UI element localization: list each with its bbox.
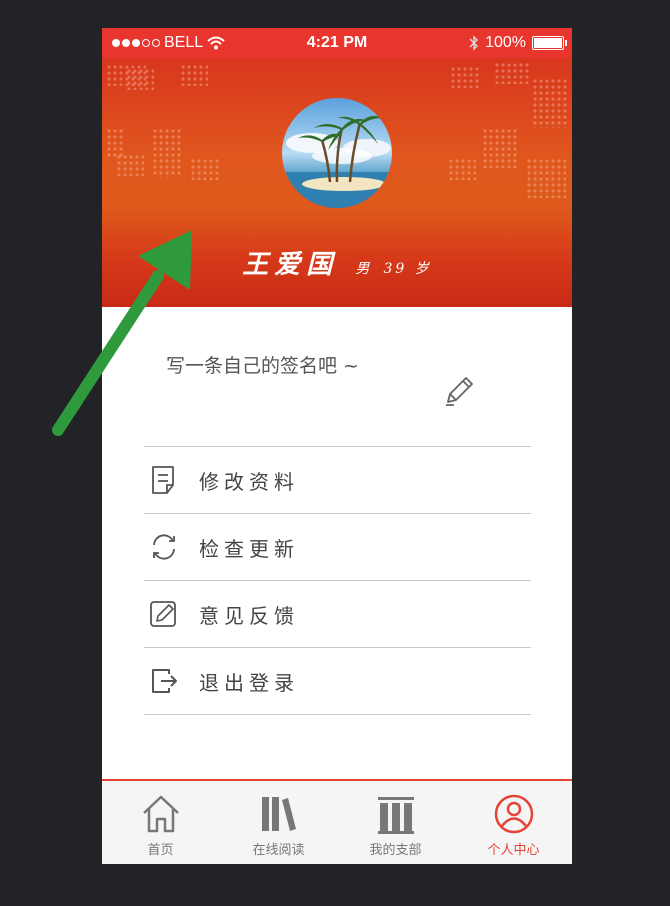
user-name: 王爱国 (242, 250, 339, 280)
bluetooth-icon (469, 35, 479, 51)
document-icon (152, 466, 174, 494)
menu-item-edit-profile[interactable]: 修改资料 (144, 447, 531, 514)
avatar[interactable] (282, 98, 392, 208)
status-right: 100% (469, 34, 567, 52)
tab-label: 在线阅读 (252, 843, 305, 858)
menu-item-check-update[interactable]: 检查更新 (144, 514, 531, 581)
tab-label: 个人中心 (487, 843, 540, 858)
menu-item-label: 意见反馈 (199, 603, 299, 628)
settings-menu: 修改资料 检查更新 意见反馈 退出登录 (144, 446, 531, 715)
annotation-arrow-icon (52, 230, 192, 436)
tab-home[interactable]: 首页 (102, 781, 219, 864)
tab-label: 我的支部 (369, 843, 422, 858)
building-icon (378, 797, 414, 834)
refresh-icon (153, 534, 175, 560)
books-icon (262, 797, 296, 831)
tab-label: 首页 (147, 843, 174, 858)
battery-percent: 100% (485, 34, 526, 51)
menu-item-logout[interactable]: 退出登录 (144, 648, 531, 715)
user-icon (494, 794, 534, 834)
battery-icon (532, 36, 567, 50)
tab-bar: 首页 在线阅读 我的支部 个人中心 (102, 779, 572, 864)
logout-icon (152, 669, 177, 693)
menu-item-label: 退出登录 (199, 670, 299, 695)
menu-item-feedback[interactable]: 意见反馈 (144, 581, 531, 648)
edit-signature-icon[interactable] (440, 374, 476, 410)
island-palm-image (282, 115, 392, 208)
menu-item-label: 检查更新 (199, 536, 299, 561)
menu-item-label: 修改资料 (199, 469, 299, 494)
user-age: 39 岁 (383, 261, 432, 277)
home-icon (143, 795, 179, 833)
status-bar: BELL 4:21 PM 100% (102, 28, 572, 58)
tab-my-branch[interactable]: 我的支部 (337, 781, 454, 864)
tab-online-reading[interactable]: 在线阅读 (220, 781, 337, 864)
user-gender: 男 (355, 261, 373, 277)
tab-personal-center[interactable]: 个人中心 (455, 781, 572, 864)
feedback-pencil-icon (150, 601, 176, 627)
